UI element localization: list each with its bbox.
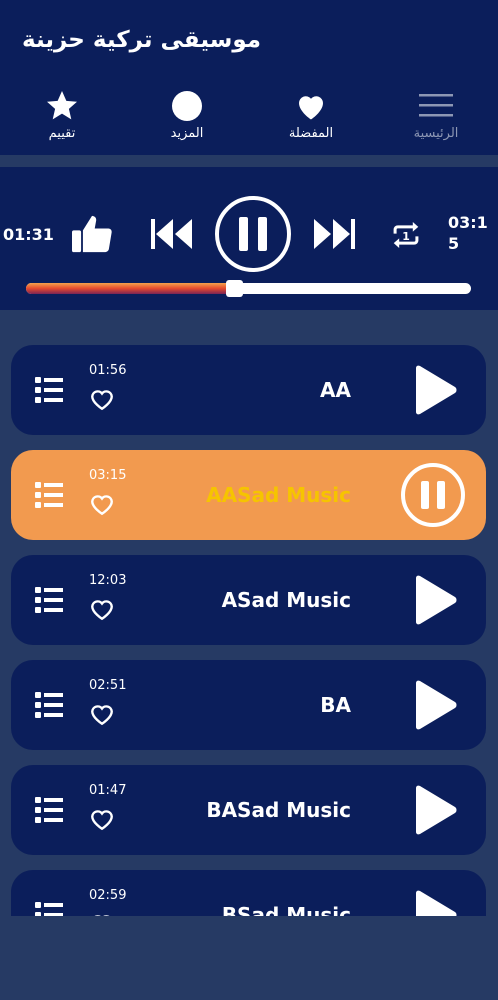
pause-button[interactable] bbox=[214, 195, 292, 273]
track-title: AASad Music bbox=[206, 483, 351, 507]
star-icon bbox=[47, 91, 77, 120]
nav-rate-label: تقييم bbox=[48, 126, 76, 141]
nav-favorites-label: المفضلة bbox=[288, 126, 334, 141]
playlist-menu-icon[interactable] bbox=[35, 797, 63, 823]
track-title: BSad Music bbox=[221, 903, 351, 916]
track-card[interactable]: 12:03 ASad Music bbox=[11, 555, 486, 645]
playlist-menu-icon[interactable] bbox=[35, 482, 63, 508]
total-time: 03:15 bbox=[448, 213, 488, 253]
track-card[interactable]: 02:59 BSad Music bbox=[11, 870, 486, 916]
track-card[interactable]: 01:47 BASad Music bbox=[11, 765, 486, 855]
nav-more[interactable]: المزيد bbox=[142, 88, 232, 148]
elapsed-time: 01:31 bbox=[3, 225, 54, 244]
nav-rate[interactable]: تقييم bbox=[17, 88, 107, 148]
track-duration: 01:47 bbox=[89, 783, 127, 798]
heart-icon bbox=[299, 96, 323, 120]
progress-bar[interactable] bbox=[26, 283, 471, 294]
play-button[interactable] bbox=[409, 785, 459, 835]
track-title: BASad Music bbox=[206, 798, 351, 822]
nav-home-label: الرئيسية bbox=[413, 126, 459, 141]
heart-outline-icon[interactable] bbox=[89, 807, 115, 831]
playlist-menu-icon[interactable] bbox=[35, 692, 63, 718]
heart-outline-icon[interactable] bbox=[89, 702, 115, 726]
heart-outline-icon[interactable] bbox=[89, 387, 115, 411]
svg-text:1: 1 bbox=[402, 230, 410, 243]
hamburger-icon bbox=[419, 94, 453, 117]
top-bar: موسيقى تركية حزينة تقييم المزيد المفضلة … bbox=[0, 0, 498, 155]
track-title: BA bbox=[320, 693, 351, 717]
player-panel: 01:31 1 03:15 bbox=[0, 167, 498, 310]
playlist-menu-icon[interactable] bbox=[35, 902, 63, 916]
app-title: موسيقى تركية حزينة bbox=[22, 27, 262, 53]
track-duration: 01:56 bbox=[89, 363, 127, 378]
circle-icon bbox=[172, 91, 202, 121]
track-title: ASad Music bbox=[221, 588, 351, 612]
progress-fill bbox=[26, 283, 235, 294]
track-card[interactable]: 01:56 AA bbox=[11, 345, 486, 435]
thumbs-up-icon[interactable] bbox=[70, 214, 114, 254]
track-duration: 12:03 bbox=[89, 573, 127, 588]
track-duration: 02:51 bbox=[89, 678, 127, 693]
play-button[interactable] bbox=[409, 890, 459, 916]
track-duration: 03:15 bbox=[89, 468, 127, 483]
nav-more-label: المزيد bbox=[170, 126, 204, 141]
track-list: 01:56 AA 03:15 AASad Music 12:03 ASad Mu… bbox=[0, 345, 498, 916]
previous-track-icon[interactable] bbox=[150, 217, 194, 251]
track-duration: 02:59 bbox=[89, 888, 127, 903]
next-track-icon[interactable] bbox=[312, 217, 356, 251]
repeat-one-icon[interactable]: 1 bbox=[389, 220, 423, 250]
heart-outline-icon[interactable] bbox=[89, 597, 115, 621]
bottom-area bbox=[0, 916, 498, 1000]
heart-outline-icon[interactable] bbox=[89, 492, 115, 516]
track-title: AA bbox=[320, 378, 351, 402]
playlist-menu-icon[interactable] bbox=[35, 587, 63, 613]
progress-thumb[interactable] bbox=[226, 280, 244, 297]
playlist-menu-icon[interactable] bbox=[35, 377, 63, 403]
pause-track-button[interactable] bbox=[400, 462, 466, 528]
nav-home[interactable]: الرئيسية bbox=[391, 88, 481, 148]
track-card[interactable]: 03:15 AASad Music bbox=[11, 450, 486, 540]
play-button[interactable] bbox=[409, 680, 459, 730]
nav-favorites[interactable]: المفضلة bbox=[266, 88, 356, 148]
play-button[interactable] bbox=[409, 575, 459, 625]
track-card[interactable]: 02:51 BA bbox=[11, 660, 486, 750]
play-button[interactable] bbox=[409, 365, 459, 415]
